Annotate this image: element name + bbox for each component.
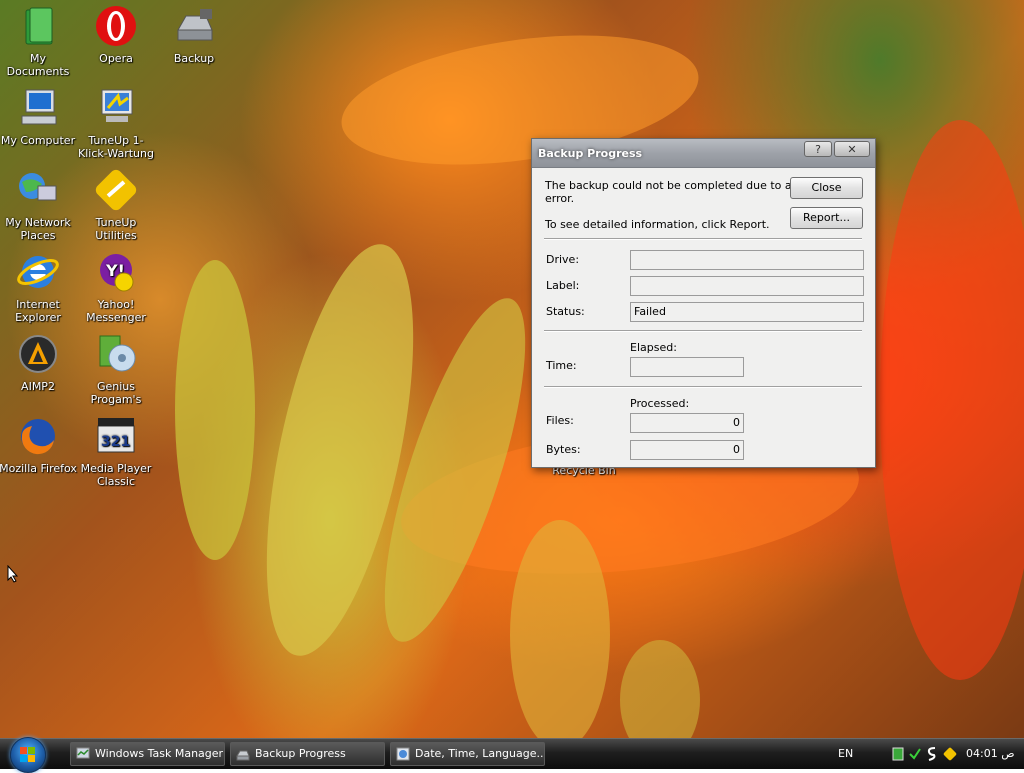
desktop-icon-tuneup-1-klick[interactable]: TuneUp 1-Klick-Wartung [77, 86, 155, 160]
taskbar-button-label: Windows Task Manager [95, 747, 224, 760]
separator [544, 330, 862, 332]
wallpaper-stem [175, 260, 255, 560]
report-instruction: To see detailed information, click Repor… [545, 218, 770, 231]
desktop-icon-internet-explorer[interactable]: Internet Explorer [0, 250, 77, 324]
status-label: Status: [546, 305, 585, 318]
drive-field [630, 250, 864, 270]
taskbar-button-label: Backup Progress [255, 747, 346, 760]
yahoo-messenger-icon: Y! [94, 250, 138, 294]
task-manager-icon [76, 747, 90, 759]
desktop-icon-opera[interactable]: Opera [77, 4, 155, 65]
wallpaper-stem [620, 640, 700, 738]
processed-label: Processed: [630, 397, 690, 410]
label-field [630, 276, 864, 296]
control-panel-icon [396, 747, 410, 761]
desktop-icon-backup[interactable]: Backup [155, 4, 233, 65]
taskbar: Windows Task Manager Backup Progress Dat… [0, 737, 1024, 773]
skype-icon[interactable] [926, 746, 938, 762]
opera-icon [94, 4, 138, 48]
desktop-icon-aimp2[interactable]: AIMP2 [0, 332, 77, 393]
files-label: Files: [546, 414, 574, 427]
desktop-icon-tuneup-utilities[interactable]: TuneUp Utilities [77, 168, 155, 242]
taskbar-button-label: Date, Time, Language... [415, 747, 545, 760]
close-window-button[interactable]: ✕ [834, 141, 870, 157]
backup-icon [236, 750, 250, 761]
aimp-icon [16, 332, 60, 376]
backup-progress-dialog: Backup Progress ? ✕ The backup could not… [531, 138, 876, 468]
bytes-field: 0 [630, 440, 744, 460]
drive-label: Drive: [546, 253, 580, 266]
taskbar-button-backup-progress[interactable]: Backup Progress [230, 742, 385, 766]
error-message-line2: error. [545, 192, 575, 205]
wallpaper-petal [880, 120, 1024, 680]
desktop-icon-yahoo-messenger[interactable]: Y! Yahoo! Messenger [77, 250, 155, 324]
close-button[interactable]: Close [790, 177, 863, 199]
svg-text:321: 321 [101, 434, 130, 450]
battery-icon[interactable] [892, 747, 904, 761]
status-field: Failed [630, 302, 864, 322]
desktop-icon-my-documents[interactable]: My Documents [0, 4, 77, 78]
desktop-icon-genius-programs[interactable]: Genius Progam's [77, 332, 155, 406]
ie-icon [16, 250, 60, 294]
desktop-icon-media-player-classic[interactable]: 321 Media Player Classic [77, 414, 155, 488]
time-label: Time: [546, 359, 577, 372]
dialog-content: The backup could not be completed due to… [532, 167, 875, 467]
genius-icon [94, 332, 138, 376]
network-icon [16, 168, 60, 212]
wallpaper-stem [510, 520, 610, 738]
media-player-icon: 321 [94, 414, 138, 458]
system-clock[interactable]: 04:01 ص [966, 747, 1015, 760]
time-field [630, 357, 744, 377]
mouse-cursor-icon [7, 565, 19, 583]
desktop-icon-my-network[interactable]: My Network Places [0, 168, 77, 242]
report-button[interactable]: Report... [790, 207, 863, 229]
tuneup-tray-icon[interactable] [942, 746, 958, 762]
taskbar-button-task-manager[interactable]: Windows Task Manager [70, 742, 225, 766]
security-check-icon[interactable] [908, 747, 922, 761]
computer-icon [16, 86, 60, 130]
language-indicator[interactable]: EN [838, 747, 853, 760]
drive-icon [172, 4, 216, 48]
dialog-titlebar[interactable]: Backup Progress ? ✕ [532, 139, 875, 168]
tuneup-oneclick-icon [94, 86, 138, 130]
desktop-icon-mozilla-firefox[interactable]: Mozilla Firefox [0, 414, 77, 475]
tuneup-utilities-icon [94, 168, 138, 212]
firefox-icon [16, 414, 60, 458]
help-button[interactable]: ? [804, 141, 832, 157]
files-field: 0 [630, 413, 744, 433]
dialog-title: Backup Progress [538, 147, 643, 160]
error-message-line1: The backup could not be completed due to… [545, 179, 799, 192]
taskbar-button-date-time[interactable]: Date, Time, Language... [390, 742, 545, 766]
separator [544, 238, 862, 240]
bytes-label: Bytes: [546, 443, 581, 456]
elapsed-label: Elapsed: [630, 341, 677, 354]
label-label: Label: [546, 279, 580, 292]
folder-icon [16, 4, 60, 48]
separator [544, 386, 862, 388]
windows-logo-icon [20, 747, 36, 763]
desktop-icon-my-computer[interactable]: My Computer [0, 86, 77, 147]
